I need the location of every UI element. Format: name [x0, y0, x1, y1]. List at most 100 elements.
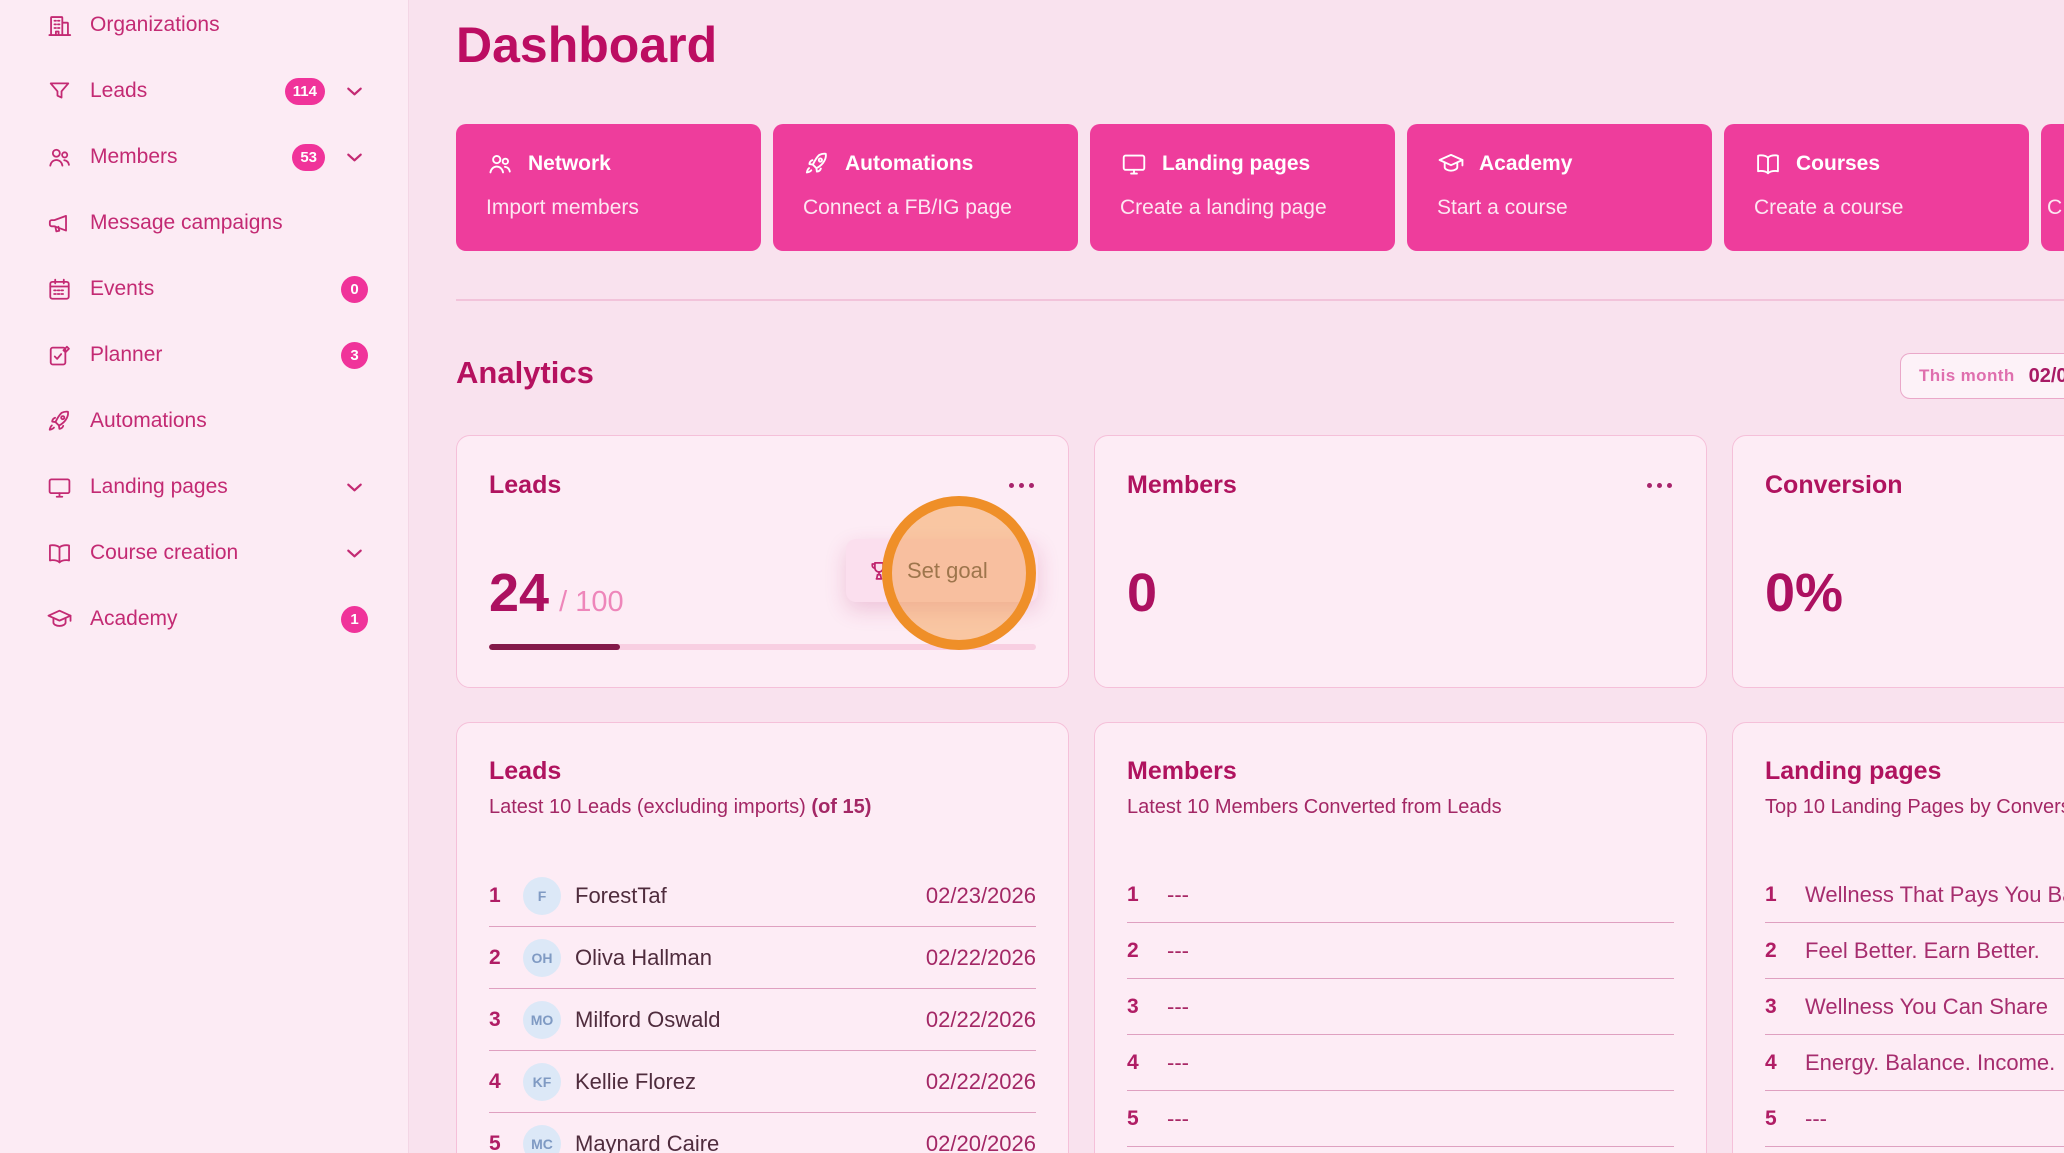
period-label: This month — [1919, 366, 2015, 386]
member-row[interactable]: 4 --- — [1127, 1035, 1674, 1091]
row-number: 5 — [1127, 1107, 1153, 1131]
sidebar-item-label: Message campaigns — [90, 211, 283, 235]
member-row[interactable]: 2 --- — [1127, 923, 1674, 979]
graduation-cap-icon — [46, 606, 73, 633]
row-number: 3 — [489, 1008, 515, 1032]
chevron-down-icon[interactable] — [341, 540, 368, 567]
quick-action-landing-pages[interactable]: Landing pages Create a landing page — [1090, 124, 1395, 251]
member-placeholder: --- — [1167, 882, 1189, 908]
row-number: 4 — [1127, 1051, 1153, 1075]
row-number: 4 — [1765, 1051, 1791, 1075]
member-placeholder: --- — [1167, 1050, 1189, 1076]
quick-action-partial[interactable]: C — [2041, 124, 2064, 251]
sidebar-item-leads[interactable]: Leads 114 — [0, 58, 408, 124]
quick-action-academy[interactable]: Academy Start a course — [1407, 124, 1712, 251]
landing-page-name: Feel Better. Earn Better. — [1805, 938, 2040, 964]
member-row[interactable]: 1 --- — [1127, 867, 1674, 923]
landing-page-name: Energy. Balance. Income. — [1805, 1050, 2055, 1076]
users-icon — [46, 144, 73, 171]
period-value: 02/0 — [2029, 365, 2064, 388]
quick-action-subtitle: Create a landing page — [1120, 196, 1395, 220]
monitor-icon — [1120, 150, 1148, 178]
more-options-button[interactable] — [1645, 475, 1674, 496]
sidebar: Organizations Leads 114 Members 53 — [0, 0, 409, 1153]
row-number: 5 — [1765, 1107, 1791, 1131]
avatar: F — [523, 877, 561, 915]
list-subtitle: Latest 10 Leads (excluding imports) (of … — [489, 796, 1036, 819]
quick-action-courses[interactable]: Courses Create a course — [1724, 124, 2029, 251]
row-number: 2 — [489, 946, 515, 970]
row-number: 1 — [489, 884, 515, 908]
megaphone-icon — [46, 210, 73, 237]
landing-page-row[interactable]: 4 Energy. Balance. Income. — [1765, 1035, 2064, 1091]
sidebar-item-planner[interactable]: Planner 3 — [0, 322, 408, 388]
lead-row[interactable]: 4 KF Kellie Florez 02/22/2026 — [489, 1051, 1036, 1113]
stat-value: 24 — [489, 566, 549, 620]
row-number: 3 — [1127, 995, 1153, 1019]
list-subtitle: Top 10 Landing Pages by Convers — [1765, 796, 2064, 819]
rocket-icon — [46, 408, 73, 435]
stat-card-leads: Leads 24 / 100 Set goal — [456, 435, 1069, 688]
quick-actions-row: Network Import members Automations Conne… — [456, 124, 2064, 251]
sidebar-item-academy[interactable]: Academy 1 — [0, 586, 408, 652]
lead-name: Milford Oswald — [575, 1007, 720, 1033]
period-selector-button[interactable]: This month 02/0 — [1900, 353, 2064, 399]
chevron-down-icon[interactable] — [341, 144, 368, 171]
stat-title: Members — [1127, 471, 1237, 500]
quick-action-title: Courses — [1796, 152, 1880, 176]
landing-page-row[interactable]: 5 --- — [1765, 1091, 2064, 1147]
row-number: 2 — [1765, 939, 1791, 963]
lead-row[interactable]: 1 F ForestTaf 02/23/2026 — [489, 865, 1036, 927]
sidebar-nav: Organizations Leads 114 Members 53 — [0, 0, 408, 652]
landing-page-name: --- — [1805, 1106, 1827, 1132]
sidebar-item-events[interactable]: Events 0 — [0, 256, 408, 322]
member-row[interactable]: 3 --- — [1127, 979, 1674, 1035]
monitor-icon — [46, 474, 73, 501]
main-content: Dashboard Network Import members Automat… — [409, 0, 2064, 1153]
landing-page-row[interactable]: 1 Wellness That Pays You Back — [1765, 867, 2064, 923]
section-divider — [456, 299, 2064, 301]
stat-value: 0% — [1765, 566, 1843, 620]
quick-action-network[interactable]: Network Import members — [456, 124, 761, 251]
funnel-icon — [46, 78, 73, 105]
quick-action-subtitle: Connect a FB/IG page — [803, 196, 1078, 220]
analytics-header: Analytics This month 02/0 — [456, 355, 2064, 403]
sidebar-item-members[interactable]: Members 53 — [0, 124, 408, 190]
sidebar-item-landing-pages[interactable]: Landing pages — [0, 454, 408, 520]
sidebar-item-automations[interactable]: Automations — [0, 388, 408, 454]
sidebar-item-label: Academy — [90, 607, 178, 631]
member-row[interactable]: 5 --- — [1127, 1091, 1674, 1147]
sidebar-item-course-creation[interactable]: Course creation — [0, 520, 408, 586]
quick-action-automations[interactable]: Automations Connect a FB/IG page — [773, 124, 1078, 251]
list-card-members: Members Latest 10 Members Converted from… — [1094, 722, 1707, 1153]
avatar: OH — [523, 939, 561, 977]
sidebar-item-label: Leads — [90, 79, 147, 103]
lead-row[interactable]: 2 OH Oliva Hallman 02/22/2026 — [489, 927, 1036, 989]
member-placeholder: --- — [1167, 938, 1189, 964]
rocket-icon — [803, 150, 831, 178]
member-placeholder: --- — [1167, 1106, 1189, 1132]
row-number: 1 — [1127, 883, 1153, 907]
sidebar-item-label: Landing pages — [90, 475, 228, 499]
landing-page-row[interactable]: 3 Wellness You Can Share — [1765, 979, 2064, 1035]
users-icon — [486, 150, 514, 178]
chevron-down-icon[interactable] — [341, 78, 368, 105]
sidebar-item-message-campaigns[interactable]: Message campaigns — [0, 190, 408, 256]
quick-action-subtitle: C — [2047, 196, 2064, 220]
calendar-icon — [46, 276, 73, 303]
sidebar-item-label: Events — [90, 277, 154, 301]
stat-value: 0 — [1127, 566, 1157, 620]
sidebar-item-organizations[interactable]: Organizations — [0, 0, 408, 58]
lead-row[interactable]: 5 MC Maynard Caire 02/20/2026 — [489, 1113, 1036, 1153]
sidebar-item-label: Automations — [90, 409, 207, 433]
more-options-button[interactable] — [1007, 475, 1036, 496]
list-subtitle: Latest 10 Members Converted from Leads — [1127, 796, 1674, 819]
chevron-down-icon[interactable] — [341, 474, 368, 501]
landing-page-row[interactable]: 2 Feel Better. Earn Better. — [1765, 923, 2064, 979]
stat-title: Leads — [489, 471, 561, 500]
lead-row[interactable]: 3 MO Milford Oswald 02/22/2026 — [489, 989, 1036, 1051]
avatar: KF — [523, 1063, 561, 1101]
leads-count-badge: 114 — [285, 78, 325, 105]
click-highlight-circle — [882, 496, 1036, 650]
building-icon — [46, 12, 73, 39]
